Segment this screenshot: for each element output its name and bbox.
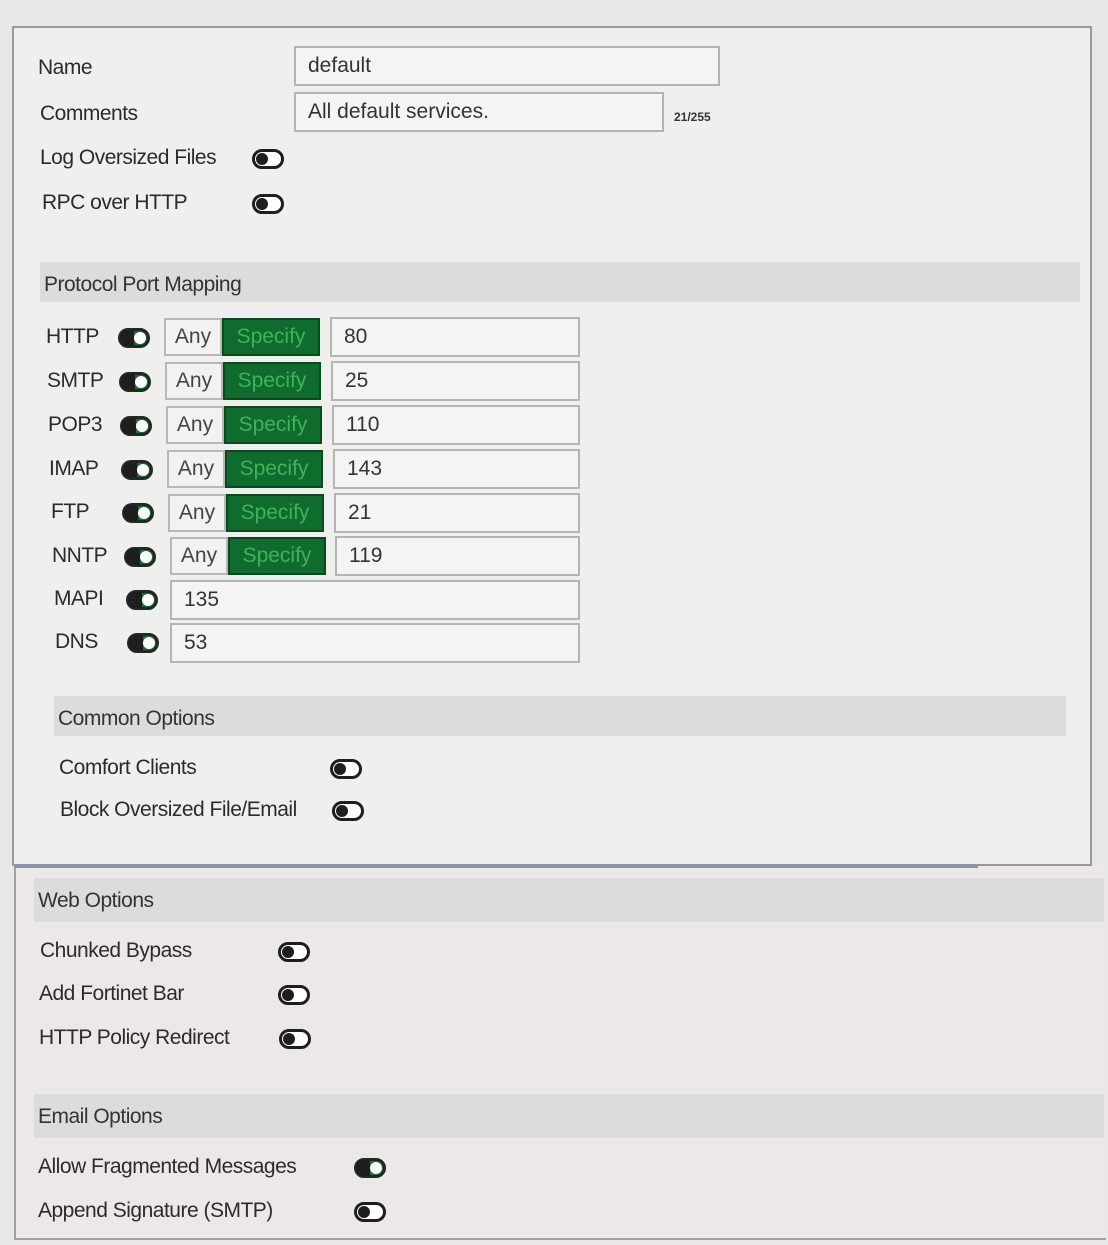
protocol-label-http: HTTP — [46, 325, 99, 348]
imap-specify-button[interactable]: Specify — [225, 450, 323, 488]
pop3-specify-button[interactable]: Specify — [224, 406, 322, 444]
web-options-header: Web Options — [34, 878, 1104, 922]
panel-divider — [14, 864, 978, 868]
mapi-port-input[interactable]: 135 — [170, 580, 580, 620]
protocol-label-imap: IMAP — [49, 457, 99, 480]
smtp-specify-button[interactable]: Specify — [223, 362, 321, 400]
http-any-button[interactable]: Any — [164, 318, 222, 356]
http-specify-button[interactable]: Specify — [222, 318, 320, 356]
smtp-toggle[interactable] — [119, 372, 151, 392]
nntp-toggle[interactable] — [124, 547, 156, 567]
email-options-header: Email Options — [34, 1094, 1104, 1138]
rpc-over-http-label: RPC over HTTP — [42, 191, 188, 214]
ftp-any-button[interactable]: Any — [168, 494, 226, 532]
protocol-label-ftp: FTP — [51, 500, 90, 523]
ftp-specify-button[interactable]: Specify — [226, 494, 324, 532]
dns-port-input[interactable]: 53 — [170, 623, 580, 663]
imap-toggle[interactable] — [121, 460, 153, 480]
http-port-input[interactable]: 80 — [330, 317, 580, 357]
protocol-label-smtp: SMTP — [47, 369, 104, 392]
imap-any-button[interactable]: Any — [167, 450, 225, 488]
name-label: Name — [38, 56, 93, 79]
allow-fragmented-toggle[interactable] — [354, 1158, 386, 1178]
rpc-over-http-toggle[interactable] — [252, 194, 284, 214]
http-policy-redirect-toggle[interactable] — [279, 1029, 311, 1049]
ftp-toggle[interactable] — [122, 503, 154, 523]
smtp-port-input[interactable]: 25 — [331, 361, 580, 401]
protocol-port-mapping-header: Protocol Port Mapping — [40, 262, 1080, 302]
comments-textarea[interactable]: All default services. — [294, 92, 664, 132]
name-input[interactable]: default — [294, 46, 720, 86]
append-signature-toggle[interactable] — [354, 1202, 386, 1222]
add-fortinet-bar-toggle[interactable] — [278, 985, 310, 1005]
nntp-specify-button[interactable]: Specify — [228, 537, 326, 575]
common-options-header: Common Options — [54, 696, 1066, 736]
comfort-clients-toggle[interactable] — [330, 759, 362, 779]
chunked-bypass-label: Chunked Bypass — [40, 939, 192, 962]
imap-port-input[interactable]: 143 — [333, 449, 580, 489]
http-toggle[interactable] — [118, 328, 150, 348]
smtp-any-button[interactable]: Any — [165, 362, 223, 400]
block-oversized-label: Block Oversized File/Email — [60, 798, 297, 821]
allow-fragmented-label: Allow Fragmented Messages — [38, 1155, 297, 1178]
add-fortinet-bar-label: Add Fortinet Bar — [39, 982, 184, 1005]
protocol-label-dns: DNS — [55, 630, 98, 653]
protocol-label-mapi: MAPI — [54, 587, 104, 610]
comfort-clients-label: Comfort Clients — [59, 756, 197, 779]
pop3-toggle[interactable] — [120, 416, 152, 436]
log-oversized-toggle[interactable] — [252, 149, 284, 169]
pop3-any-button[interactable]: Any — [166, 406, 224, 444]
mapi-toggle[interactable] — [126, 590, 158, 610]
ftp-port-input[interactable]: 21 — [334, 493, 580, 533]
protocol-port-mapping-title: Protocol Port Mapping — [44, 273, 242, 296]
append-signature-label: Append Signature (SMTP) — [38, 1199, 273, 1222]
comments-char-counter: 21/255 — [674, 110, 711, 124]
nntp-any-button[interactable]: Any — [170, 537, 228, 575]
web-options-title: Web Options — [38, 889, 154, 912]
log-oversized-label: Log Oversized Files — [40, 146, 217, 169]
comments-label: Comments — [40, 102, 138, 125]
email-options-title: Email Options — [38, 1105, 163, 1128]
protocol-label-nntp: NNTP — [52, 544, 108, 567]
http-policy-redirect-label: HTTP Policy Redirect — [39, 1026, 230, 1049]
profile-panel-bottom — [14, 866, 1106, 1240]
nntp-port-input[interactable]: 119 — [335, 536, 580, 576]
common-options-title: Common Options — [58, 707, 215, 730]
pop3-port-input[interactable]: 110 — [332, 405, 580, 445]
protocol-label-pop3: POP3 — [48, 413, 103, 436]
chunked-bypass-toggle[interactable] — [278, 942, 310, 962]
block-oversized-toggle[interactable] — [332, 801, 364, 821]
dns-toggle[interactable] — [127, 633, 159, 653]
